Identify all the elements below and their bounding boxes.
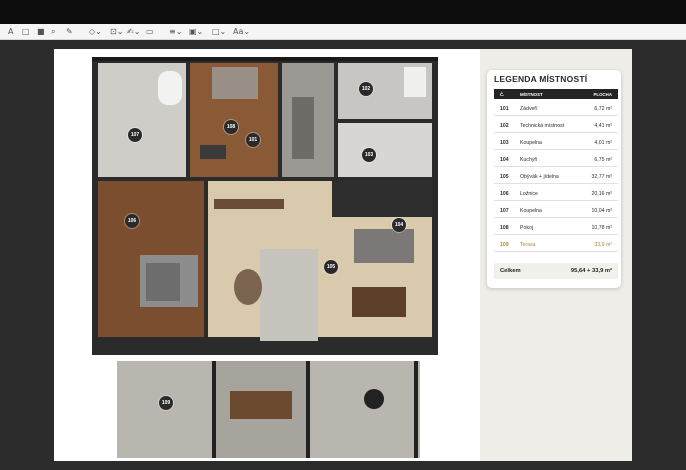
search-icon[interactable]: ⌕ (51, 26, 55, 37)
room-area: 4,01 m² (594, 140, 612, 146)
floor-plan-image (92, 57, 438, 458)
room-label-101: 101 (246, 133, 260, 147)
room-number: 104 (500, 157, 509, 163)
room-number: 102 (500, 123, 509, 129)
room-number: 101 (500, 106, 509, 112)
room-label-104: 104 (392, 218, 406, 232)
legend-header-row: Č. MÍSTNOST PLOCHA (494, 89, 618, 99)
legend-row: 102 Technická místnost 4,41 m² (494, 120, 618, 133)
legend-row: 105 Obývák + jídelna 32,77 m² (494, 171, 618, 184)
fill-square-icon[interactable]: ■ (37, 26, 45, 37)
markup-toolbar: A □ ■ ⌕ ✎ ◇⌄ ⊡⌄ ✍⌄ ▭ ≡⌄ ▣⌄ □⌄ Aa⌄ (0, 24, 686, 40)
room-number: 103 (500, 140, 509, 146)
text-style-icon[interactable]: Aa⌄ (233, 26, 250, 37)
text-tool-icon[interactable]: A (8, 26, 13, 37)
room-label-106: 106 (125, 214, 139, 228)
col-room-header: MÍSTNOST (520, 92, 543, 97)
legend-row: 104 Kuchyň 6,75 m² (494, 154, 618, 167)
room-number: 107 (500, 208, 509, 214)
window-top-bar (0, 0, 686, 24)
room-label-107: 107 (128, 128, 142, 142)
room-name: Zádveří (520, 106, 538, 112)
window-icon[interactable]: ▭ (146, 26, 154, 37)
desk (200, 145, 226, 159)
room-number: 109 (500, 242, 509, 248)
room-name: Koupelna (520, 208, 542, 214)
total-value: 95,64 + 33,9 m² (570, 268, 612, 274)
room-label-105: 105 (324, 260, 338, 274)
room-label-103: 103 (362, 148, 376, 162)
legend-row: 106 Ložnice 20,16 m² (494, 188, 618, 201)
kitchen-counter (332, 181, 432, 217)
legend-row: 101 Zádveří 6,72 m² (494, 103, 618, 116)
legend-row: 107 Koupelna 10,04 m² (494, 205, 618, 218)
room-name: Ložnice (520, 191, 538, 197)
room-label-109: 109 (159, 396, 173, 410)
room-bathroom-103 (338, 123, 432, 177)
room-name: Terasa (520, 242, 536, 248)
terrace-grill (364, 389, 384, 409)
room-name: Obývák + jídelna (520, 174, 559, 180)
room-name: Pokoj (520, 225, 533, 231)
room-number: 108 (500, 225, 509, 231)
square-icon[interactable]: □ (22, 26, 30, 37)
sectional-sofa (260, 249, 318, 341)
rug (292, 97, 314, 159)
room-area: 6,72 m² (594, 106, 612, 112)
room-name: Koupelna (520, 140, 542, 146)
room-number: 105 (500, 174, 509, 180)
boiler (404, 67, 426, 97)
bathtub (158, 71, 182, 105)
pergola-post (414, 361, 418, 458)
study-desk (214, 199, 284, 209)
legend-row: 108 Pokoj 10,78 m² (494, 222, 618, 235)
kitchen-island-104 (354, 229, 414, 263)
total-label: Celkem (500, 268, 521, 274)
dining-table (352, 287, 406, 317)
room-area: 32,77 m² (591, 174, 612, 180)
legend-row: 103 Koupelna 4,01 m² (494, 137, 618, 150)
col-number-header: Č. (500, 92, 505, 97)
blanket (146, 263, 180, 301)
legend-total-row: Celkem 95,64 + 33,9 m² (494, 263, 618, 279)
room-name: Kuchyň (520, 157, 538, 163)
legend-row-terrace: 109 Terasa 33,9 m² (494, 239, 618, 252)
shapes-icon[interactable]: ◇⌄ (89, 26, 102, 37)
room-name: Technická místnost (520, 123, 565, 129)
line-style-icon[interactable]: ≡⌄ (169, 26, 182, 37)
terrace-table (230, 391, 292, 419)
room-label-102: 102 (359, 82, 373, 96)
room-area: 4,41 m² (594, 123, 612, 129)
armchair (234, 269, 262, 305)
pergola-post (212, 361, 216, 458)
pergola-post (306, 361, 310, 458)
sofa (212, 67, 258, 99)
insert-icon[interactable]: ⊡⌄ (110, 26, 123, 37)
wall-top (92, 57, 438, 61)
room-area: 10,78 m² (591, 225, 612, 231)
pen-icon[interactable]: ✎ (66, 26, 73, 37)
room-area: 10,04 m² (591, 208, 612, 214)
legend-title: LEGENDA MÍSTNOSTÍ (494, 74, 588, 84)
fill-color-icon[interactable]: □⌄ (212, 26, 226, 37)
room-legend: LEGENDA MÍSTNOSTÍ Č. MÍSTNOST PLOCHA 101… (487, 70, 621, 288)
room-label-108: 108 (224, 120, 238, 134)
col-area-header: PLOCHA (593, 92, 612, 97)
border-color-icon[interactable]: ▣⌄ (189, 26, 203, 37)
room-area: 6,75 m² (594, 157, 612, 163)
sign-icon[interactable]: ✍⌄ (127, 26, 140, 37)
room-area: 20,16 m² (591, 191, 612, 197)
room-number: 106 (500, 191, 509, 197)
room-area: 33,9 m² (594, 242, 612, 248)
